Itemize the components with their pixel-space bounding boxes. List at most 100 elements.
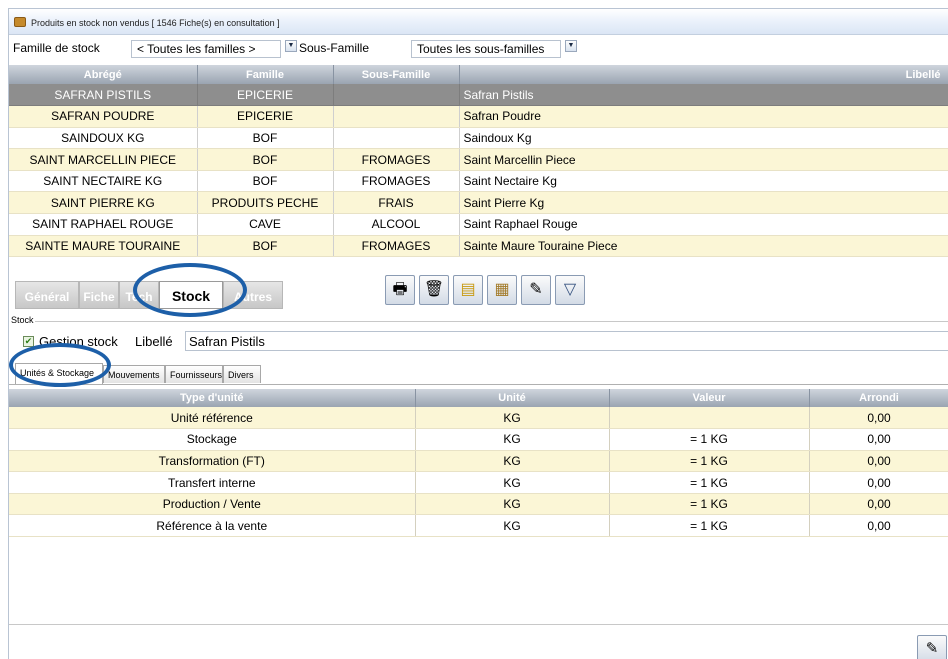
column-header-famille[interactable]: Famille: [197, 65, 334, 84]
table-row[interactable]: SAINT NECTAIRE KG BOF FROMAGES Saint Nec…: [9, 170, 948, 193]
cell-libelle: Sainte Maure Touraine Piece: [459, 235, 948, 258]
cell-type-unite: Stockage: [9, 428, 416, 451]
column-header-arrondi[interactable]: Arrondi: [809, 389, 948, 407]
cell-famille: BOF: [197, 148, 334, 171]
products-table: Abrégé Famille Sous-Famille Libellé SAFR…: [9, 65, 948, 258]
cell-famille: EPICERIE: [197, 84, 334, 107]
cell-arrondi: 0,00: [809, 514, 948, 538]
filter-icon[interactable]: ▽: [555, 275, 585, 305]
cell-famille: BOF: [197, 170, 334, 193]
document-yellow-icon[interactable]: ▤: [453, 275, 483, 305]
table-row[interactable]: SAFRAN PISTILS EPICERIE Safran Pistils: [9, 84, 948, 107]
table-row[interactable]: Transfert interne KG = 1 KG 0,00: [9, 471, 948, 494]
table-row[interactable]: SAINT RAPHAEL ROUGE CAVE ALCOOL Saint Ra…: [9, 213, 948, 236]
cell-unite: KG: [415, 450, 610, 473]
cell-libelle: Saint Marcellin Piece: [459, 148, 948, 171]
products-header-row: Abrégé Famille Sous-Famille Libellé: [9, 65, 948, 84]
table-row[interactable]: Référence à la vente KG = 1 KG 0,00: [9, 514, 948, 538]
app-window: Produits en stock non vendus [ 1546 Fich…: [8, 8, 948, 659]
column-header-type-unite[interactable]: Type d'unité: [9, 389, 416, 407]
edit-icon[interactable]: ✎: [917, 635, 947, 659]
app-icon: [14, 17, 26, 27]
cell-libelle: Saint Raphael Rouge: [459, 213, 948, 236]
sous-famille-label: Sous-Famille: [299, 41, 370, 55]
table-row[interactable]: SAINDOUX KG BOF Saindoux Kg: [9, 127, 948, 150]
column-header-libelle[interactable]: Libellé: [459, 65, 948, 84]
cell-libelle: Saindoux Kg: [459, 127, 948, 150]
cell-abrege: SAINT MARCELLIN PIECE: [9, 148, 198, 171]
chevron-down-icon[interactable]: ▼: [285, 40, 297, 52]
footer-divider: [9, 624, 948, 625]
cell-type-unite: Unité référence: [9, 407, 416, 430]
cell-sous-famille: FROMAGES: [333, 148, 460, 171]
cell-abrege: SAINT NECTAIRE KG: [9, 170, 198, 193]
tab-fiche[interactable]: Fiche: [79, 281, 119, 309]
column-header-valeur[interactable]: Valeur: [609, 389, 810, 407]
cell-valeur: [609, 407, 810, 430]
cell-libelle: Safran Pistils: [459, 84, 948, 107]
stock-group: Stock ✔ Gestion stock Libellé Safran Pis…: [9, 315, 948, 355]
cell-libelle: Saint Pierre Kg: [459, 191, 948, 215]
column-header-abrege[interactable]: Abrégé: [9, 65, 198, 84]
cell-arrondi: 0,00: [809, 428, 948, 451]
cell-famille: BOF: [197, 235, 334, 258]
tab-general[interactable]: Général: [15, 281, 79, 309]
cell-valeur: = 1 KG: [609, 493, 810, 516]
document-icon[interactable]: ▦: [487, 275, 517, 305]
title-bar: Produits en stock non vendus [ 1546 Fich…: [9, 9, 948, 35]
cell-abrege: SAFRAN PISTILS: [9, 84, 198, 107]
print-icon[interactable]: 🖶: [385, 275, 415, 305]
units-table: Type d'unité Unité Valeur Arrondi Unité …: [9, 389, 948, 538]
units-header-row: Type d'unité Unité Valeur Arrondi: [9, 389, 948, 407]
libelle-input[interactable]: Safran Pistils: [185, 331, 948, 351]
sous-famille-select[interactable]: Toutes les sous-familles: [411, 40, 561, 58]
cell-unite: KG: [415, 407, 610, 430]
chevron-down-icon[interactable]: ▼: [565, 40, 577, 52]
cell-libelle: Saint Nectaire Kg: [459, 170, 948, 193]
table-row[interactable]: Stockage KG = 1 KG 0,00: [9, 428, 948, 451]
tab-divers[interactable]: Divers: [223, 365, 261, 383]
cell-type-unite: Référence à la vente: [9, 514, 416, 538]
column-header-unite[interactable]: Unité: [415, 389, 610, 407]
cell-abrege: SAFRAN POUDRE: [9, 105, 198, 128]
cell-unite: KG: [415, 514, 610, 538]
table-row[interactable]: SAFRAN POUDRE EPICERIE Safran Poudre: [9, 105, 948, 128]
cell-unite: KG: [415, 493, 610, 516]
cell-sous-famille: FRAIS: [333, 191, 460, 215]
table-row[interactable]: SAINT MARCELLIN PIECE BOF FROMAGES Saint…: [9, 148, 948, 171]
group-divider: [35, 321, 948, 322]
cell-libelle: Safran Poudre: [459, 105, 948, 128]
cell-abrege: SAINDOUX KG: [9, 127, 198, 150]
cell-abrege: SAINTE MAURE TOURAINE: [9, 235, 198, 258]
cell-abrege: SAINT PIERRE KG: [9, 191, 198, 215]
cell-valeur: = 1 KG: [609, 428, 810, 451]
libelle-label: Libellé: [135, 334, 173, 349]
tab-mouvements[interactable]: Mouvements: [103, 365, 165, 383]
cell-sous-famille: [333, 105, 460, 128]
table-row[interactable]: SAINTE MAURE TOURAINE BOF FROMAGES Saint…: [9, 235, 948, 258]
cell-unite: KG: [415, 471, 610, 494]
edit-icon[interactable]: ✎: [521, 275, 551, 305]
cell-famille: CAVE: [197, 213, 334, 236]
famille-select[interactable]: < Toutes les familles >: [131, 40, 281, 58]
table-row[interactable]: Transformation (FT) KG = 1 KG 0,00: [9, 450, 948, 473]
table-row[interactable]: Production / Vente KG = 1 KG 0,00: [9, 493, 948, 516]
tab-fournisseurs[interactable]: Fournisseurs: [165, 365, 223, 383]
cell-sous-famille: ALCOOL: [333, 213, 460, 236]
cell-sous-famille: [333, 127, 460, 150]
bin-icon[interactable]: 🗑: [419, 275, 449, 305]
table-row[interactable]: SAINT PIERRE KG PRODUITS PECHE FRAIS Sai…: [9, 191, 948, 215]
cell-famille: PRODUITS PECHE: [197, 191, 334, 215]
cell-type-unite: Transformation (FT): [9, 450, 416, 473]
stock-group-caption: Stock: [11, 315, 34, 325]
column-header-sous-famille[interactable]: Sous-Famille: [333, 65, 460, 84]
cell-abrege: SAINT RAPHAEL ROUGE: [9, 213, 198, 236]
cell-unite: KG: [415, 428, 610, 451]
cell-arrondi: 0,00: [809, 471, 948, 494]
filter-bar: Famille de stock < Toutes les familles >…: [9, 36, 948, 62]
cell-arrondi: 0,00: [809, 450, 948, 473]
cell-famille: BOF: [197, 127, 334, 150]
cell-valeur: = 1 KG: [609, 450, 810, 473]
cell-type-unite: Transfert interne: [9, 471, 416, 494]
table-row[interactable]: Unité référence KG 0,00: [9, 407, 948, 430]
